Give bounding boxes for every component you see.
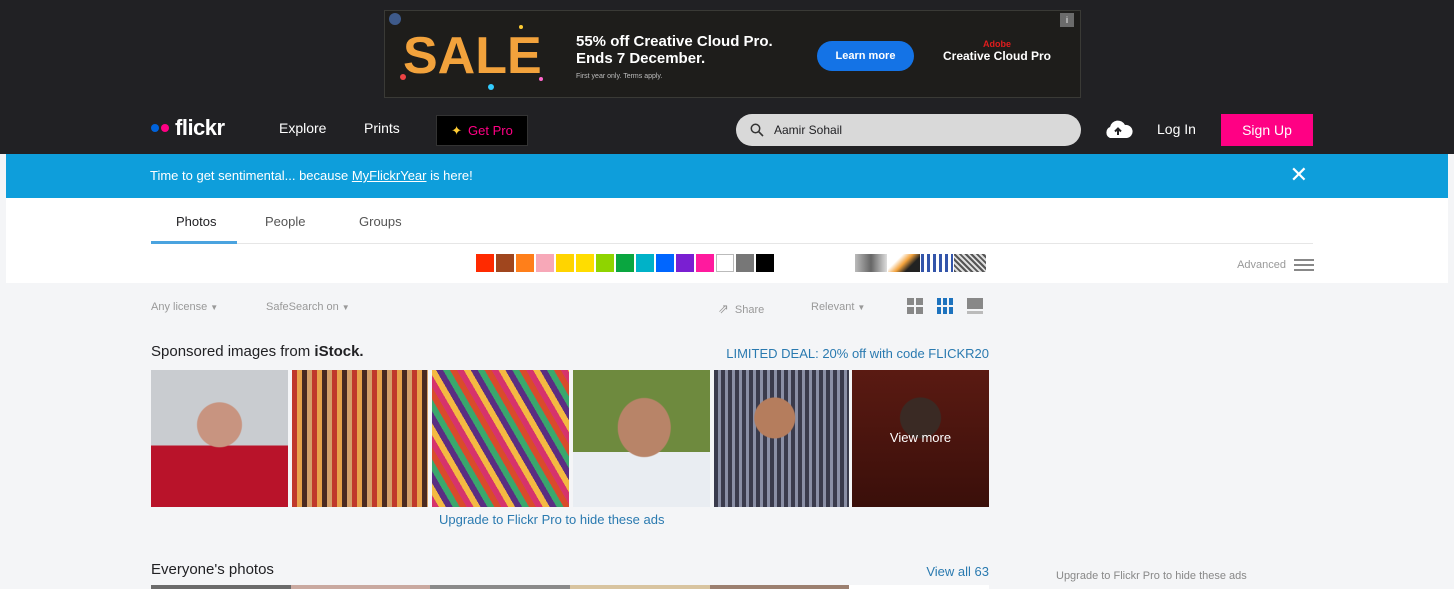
banner-text-prefix: Time to get sentimental... because — [150, 168, 352, 183]
advanced-label: Advanced — [1237, 259, 1286, 271]
top-nav: flickr Explore Prints ✦ Get Pro Log In S… — [0, 102, 1454, 154]
advanced-search[interactable]: Advanced — [1237, 256, 1314, 274]
signup-button[interactable]: Sign Up — [1221, 114, 1313, 146]
chevron-down-icon: ▼ — [210, 303, 219, 312]
adobe-brand: Adobe — [983, 39, 1011, 49]
nav-prints[interactable]: Prints — [364, 120, 400, 136]
color-swatch[interactable] — [536, 254, 554, 272]
color-swatch[interactable] — [556, 254, 574, 272]
color-swatch[interactable] — [476, 254, 494, 272]
style-filter-swatches — [855, 254, 987, 272]
close-icon[interactable]: ✕ — [1290, 163, 1308, 187]
small-grid-view-icon[interactable] — [907, 298, 923, 314]
share-button[interactable]: ⇗ Share — [718, 301, 764, 317]
pattern-filter[interactable] — [954, 254, 986, 272]
color-swatch[interactable] — [516, 254, 534, 272]
ad-headline-line2: Ends 7 December. — [576, 50, 706, 67]
upload-cloud-icon[interactable] — [1103, 119, 1133, 139]
large-view-icon[interactable] — [967, 298, 983, 314]
color-filter-swatches — [476, 254, 776, 272]
search-tabs: Photos People Groups — [151, 198, 1313, 244]
logo-text: flickr — [175, 115, 225, 140]
sponsored-thumbnails: View more — [151, 370, 989, 507]
sort-label: Relevant — [811, 301, 855, 313]
view-more-label: View more — [889, 430, 952, 445]
limited-deal-link[interactable]: LIMITED DEAL: 20% off with code FLICKR20 — [726, 346, 989, 361]
license-label: Any license — [151, 301, 208, 313]
color-swatch[interactable] — [616, 254, 634, 272]
adobe-logo: Adobe Creative Cloud Pro — [937, 39, 1057, 63]
black-white-filter[interactable] — [855, 254, 887, 272]
sponsored-photo[interactable] — [573, 370, 710, 507]
ad-fine-print: First year only. Terms apply. — [576, 73, 663, 80]
tab-people[interactable]: People — [265, 214, 305, 229]
color-swatch[interactable] — [716, 254, 734, 272]
sparkle-icon: ✦ — [451, 122, 463, 138]
view-all-link[interactable]: View all 63 — [926, 564, 989, 579]
everyones-photos-title: Everyone's photos — [151, 561, 274, 578]
color-swatch[interactable] — [756, 254, 774, 272]
banner-text-suffix: is here! — [426, 168, 473, 183]
tab-photos[interactable]: Photos — [176, 214, 216, 229]
sale-text: SALE — [403, 27, 542, 85]
justified-view-icon[interactable] — [937, 298, 953, 314]
license-dropdown[interactable]: Any license ▼ — [151, 301, 218, 313]
banner-message: Time to get sentimental... because MyFli… — [150, 168, 473, 183]
sponsored-title: Sponsored images from iStock. — [151, 343, 364, 360]
search-bar[interactable] — [736, 114, 1081, 146]
login-link[interactable]: Log In — [1157, 121, 1196, 137]
nav-explore[interactable]: Explore — [279, 120, 326, 136]
color-swatch[interactable] — [596, 254, 614, 272]
view-more-tile[interactable]: View more — [852, 370, 989, 507]
istock-logo: iStock. — [314, 343, 364, 360]
safesearch-label: SafeSearch on — [266, 301, 339, 313]
myflickryear-link[interactable]: MyFlickrYear — [352, 168, 427, 183]
learn-more-button[interactable]: Learn more — [817, 41, 914, 71]
color-swatch[interactable] — [576, 254, 594, 272]
color-swatch[interactable] — [696, 254, 714, 272]
color-swatch[interactable] — [676, 254, 694, 272]
chevron-down-icon: ▼ — [857, 303, 866, 312]
photo-row-top-edge — [151, 585, 990, 589]
minimalist-filter[interactable] — [921, 254, 953, 272]
chevron-down-icon: ▼ — [341, 303, 350, 312]
color-swatch[interactable] — [656, 254, 674, 272]
get-pro-label: Get Pro — [468, 123, 513, 138]
ad-headline-line1: 55% off Creative Cloud Pro. — [576, 33, 773, 50]
logo-blue-dot — [151, 124, 159, 132]
sponsored-title-prefix: Sponsored images from — [151, 343, 311, 360]
upgrade-pro-link[interactable]: Upgrade to Flickr Pro to hide these ads — [439, 512, 664, 527]
sponsored-photo[interactable] — [151, 370, 288, 507]
logo-pink-dot — [161, 124, 169, 132]
ad-bar: SALE 55% off Creative Cloud Pro. Ends 7 … — [0, 0, 1454, 102]
search-filters: Photos People Groups Advanced — [6, 198, 1448, 283]
tab-groups[interactable]: Groups — [359, 214, 402, 229]
search-input[interactable] — [774, 123, 1064, 137]
ad-headline: 55% off Creative Cloud Pro. Ends 7 Decem… — [576, 33, 773, 67]
active-tab-indicator — [151, 241, 237, 244]
adobe-ad-banner[interactable]: SALE 55% off Creative Cloud Pro. Ends 7 … — [384, 10, 1081, 98]
ad-info-icon[interactable]: i — [1060, 13, 1074, 27]
sponsored-photo[interactable] — [432, 370, 569, 507]
ad-product: Creative Cloud Pro — [942, 49, 1052, 63]
myflickryear-banner: Time to get sentimental... because MyFli… — [6, 154, 1448, 198]
safesearch-dropdown[interactable]: SafeSearch on ▼ — [266, 301, 350, 313]
view-mode-toggle — [907, 298, 997, 314]
share-label: Share — [734, 304, 765, 316]
shallow-depth-filter[interactable] — [888, 254, 920, 272]
color-swatch[interactable] — [736, 254, 754, 272]
sponsored-photo[interactable] — [292, 370, 428, 507]
flickr-logo[interactable]: flickr — [151, 115, 225, 140]
color-swatch[interactable] — [496, 254, 514, 272]
sort-dropdown[interactable]: Relevant ▼ — [811, 301, 865, 313]
color-swatch[interactable] — [636, 254, 654, 272]
share-icon: ⇗ — [718, 301, 729, 316]
sponsored-photo[interactable] — [714, 370, 849, 507]
sidebar-upgrade-text: Upgrade to Flickr Pro to hide these ads — [1056, 570, 1247, 582]
get-pro-button[interactable]: ✦ Get Pro — [436, 115, 528, 146]
sale-artwork: SALE — [400, 25, 543, 90]
search-icon — [750, 123, 764, 137]
advanced-menu-icon — [1294, 256, 1314, 274]
